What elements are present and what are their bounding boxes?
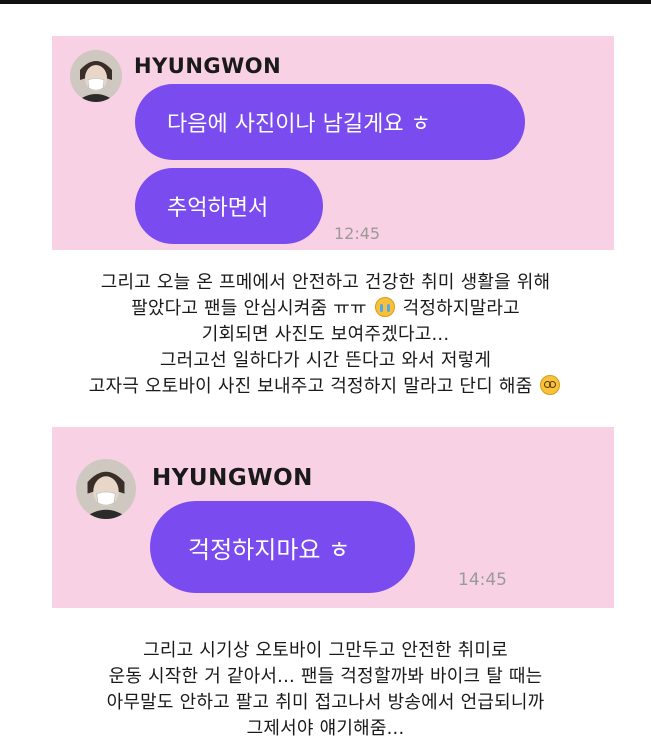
sender-name: HYUNGWON — [152, 465, 313, 491]
caption-line: 아무말도 안하고 팔고 취미 접고나서 방송에서 언급되니까 — [106, 692, 545, 713]
avatar — [76, 459, 136, 519]
caption-line: 기회되면 사진도 보여주겠다고... — [201, 324, 450, 345]
crying-face-icon — [374, 297, 395, 317]
message-bubble-2: 추억하면서 — [135, 168, 323, 244]
message-bubble-1: 걱정하지마요 ㅎ — [150, 501, 415, 593]
avatar — [70, 50, 122, 102]
caption-line: 그리고 오늘 온 프메에서 안전하고 건강한 취미 생활을 위해 — [100, 272, 551, 293]
caption-line: 팔았다고 팬들 안심시켜줌 ㅠㅠ 걱정하지말라고 — [131, 297, 520, 319]
chat-screenshot-card-1: HYUNGWON 다음에 사진이나 남길게요 ㅎ 추억하면서 12:45 — [52, 36, 614, 250]
avatar-photo-icon — [76, 459, 136, 519]
avatar-photo-icon — [70, 50, 122, 102]
message-bubble-1: 다음에 사진이나 남길게요 ㅎ — [135, 84, 525, 160]
caption-line: 그러고선 일하다가 시간 뜬다고 와서 저렇게 — [159, 350, 492, 371]
sender-name: HYUNGWON — [134, 54, 282, 78]
message-time: 12:45 — [334, 224, 381, 243]
message-text: 추억하면서 — [167, 196, 269, 221]
caption-line: 고자극 오토바이 사진 보내주고 걱정하지 말라고 단디 해줌 — [0, 374, 651, 400]
message-time: 14:45 — [458, 570, 507, 590]
top-edge-bar — [0, 0, 651, 4]
message-text: 걱정하지마요 ㅎ — [188, 535, 351, 564]
caption-paragraph-1: 그리고 오늘 온 프메에서 안전하고 건강한 취미 생활을 위해 팔았다고 팬들… — [0, 270, 651, 400]
caption-line: 그제서야 얘기해줌... — [246, 718, 405, 739]
caption-line: 그리고 시기상 오토바이 그만두고 안전한 취미로 — [143, 640, 508, 661]
dizzy-face-icon — [540, 375, 561, 395]
message-text: 다음에 사진이나 남길게요 ㅎ — [167, 112, 431, 137]
caption-line: 운동 시작한 거 같아서... 팬들 걱정할까봐 바이크 탈 때는 — [108, 666, 543, 687]
chat-screenshot-card-2: HYUNGWON 걱정하지마요 ㅎ 14:45 — [52, 427, 614, 608]
caption-paragraph-2: 그리고 시기상 오토바이 그만두고 안전한 취미로 운동 시작한 거 같아서..… — [0, 638, 651, 742]
